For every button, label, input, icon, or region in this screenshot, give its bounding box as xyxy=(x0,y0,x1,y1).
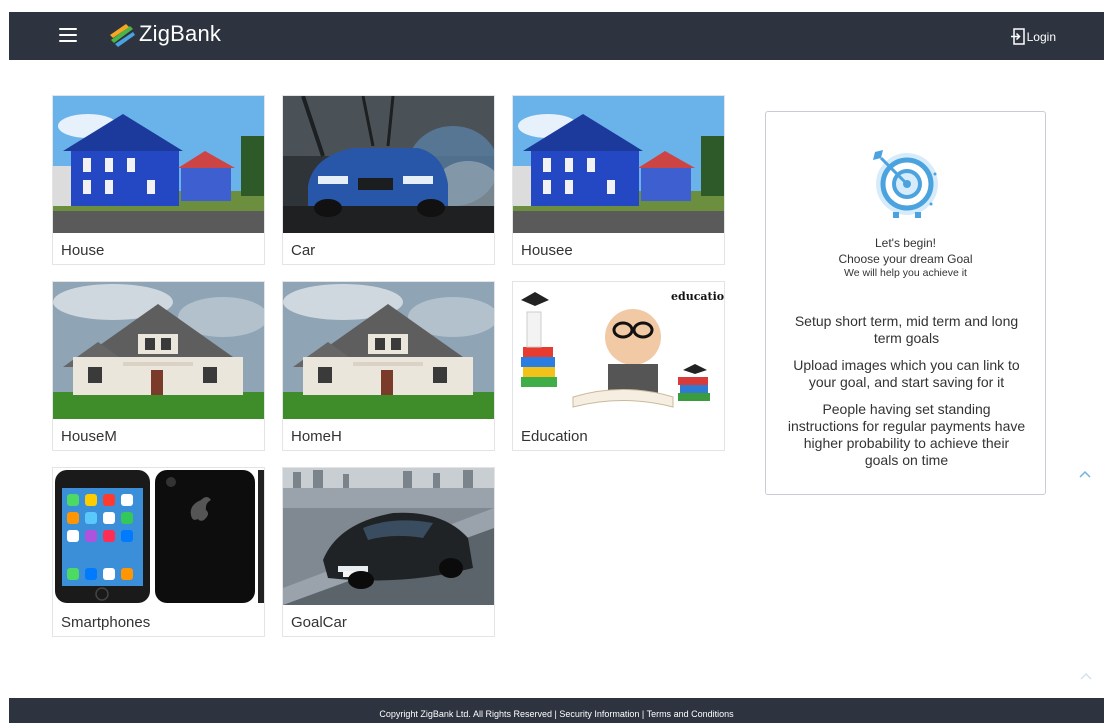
sports-car-image xyxy=(283,468,494,605)
goal-label: HouseM xyxy=(61,428,117,445)
hamburger-menu-icon[interactable] xyxy=(59,28,77,42)
goal-card-housee[interactable]: Housee xyxy=(512,95,725,265)
goal-card-education[interactable]: education Education xyxy=(512,281,725,451)
app-name: ZigBank xyxy=(139,21,222,46)
goal-label: HomeH xyxy=(291,428,342,445)
grey-house-image xyxy=(283,282,494,419)
goal-card-car[interactable]: Car xyxy=(282,95,495,265)
scroll-top-button[interactable] xyxy=(1068,457,1102,491)
zigbank-logo[interactable]: ZigBank xyxy=(108,20,221,48)
goal-card-goalcar[interactable]: GoalCar xyxy=(282,467,495,637)
goal-card-house[interactable]: House xyxy=(52,95,265,265)
goal-label: House xyxy=(61,242,105,259)
zigbank-logo-icon xyxy=(110,24,135,47)
blue-car-image xyxy=(283,96,494,233)
chevron-up-icon xyxy=(1080,672,1092,680)
info-heading: Let's begin! xyxy=(874,236,936,250)
terms-and-conditions-link[interactable]: Terms and Conditions xyxy=(647,709,734,719)
blue-house-image xyxy=(513,96,724,233)
security-information-link[interactable]: Security Information xyxy=(559,709,639,719)
goal-label: GoalCar xyxy=(291,614,347,631)
app-footer: Copyright ZigBank Ltd. All Rights Reserv… xyxy=(9,698,1104,723)
grey-house-image xyxy=(53,282,264,419)
goal-label: Education xyxy=(521,428,588,445)
goal-label: Car xyxy=(291,242,316,259)
info-point: Setup short term, mid term and long term… xyxy=(794,313,1019,346)
login-icon xyxy=(1010,28,1025,45)
goal-label: Smartphones xyxy=(61,614,151,631)
info-point: Upload images which you can link to your… xyxy=(793,357,1020,390)
target-icon xyxy=(873,150,938,218)
goal-card-housem[interactable]: HouseM xyxy=(52,281,265,451)
blue-house-image xyxy=(53,96,264,233)
copyright-text: Copyright ZigBank Ltd. All Rights Reserv… xyxy=(379,709,552,719)
info-tagline: We will help you achieve it xyxy=(844,267,967,279)
login-button[interactable]: Login xyxy=(1010,28,1056,45)
education-image-caption: education xyxy=(671,290,724,303)
goal-card-homeh[interactable]: HomeH xyxy=(282,281,495,451)
info-point: People having set standing instructions … xyxy=(787,401,1026,468)
education-image: education xyxy=(513,282,724,419)
smartphones-image xyxy=(53,468,264,605)
chevron-up-icon xyxy=(1079,470,1091,478)
scroll-top-button-faded[interactable] xyxy=(1072,662,1100,690)
footer-separator: | xyxy=(639,709,647,719)
app-header: ZigBank Login xyxy=(9,12,1104,60)
goal-info-panel: Let's begin! Choose your dream Goal We w… xyxy=(765,111,1046,495)
goal-card-smartphones[interactable]: Smartphones xyxy=(52,467,265,637)
login-label: Login xyxy=(1026,29,1056,44)
goal-label: Housee xyxy=(521,242,573,259)
info-subheading: Choose your dream Goal xyxy=(838,252,973,266)
